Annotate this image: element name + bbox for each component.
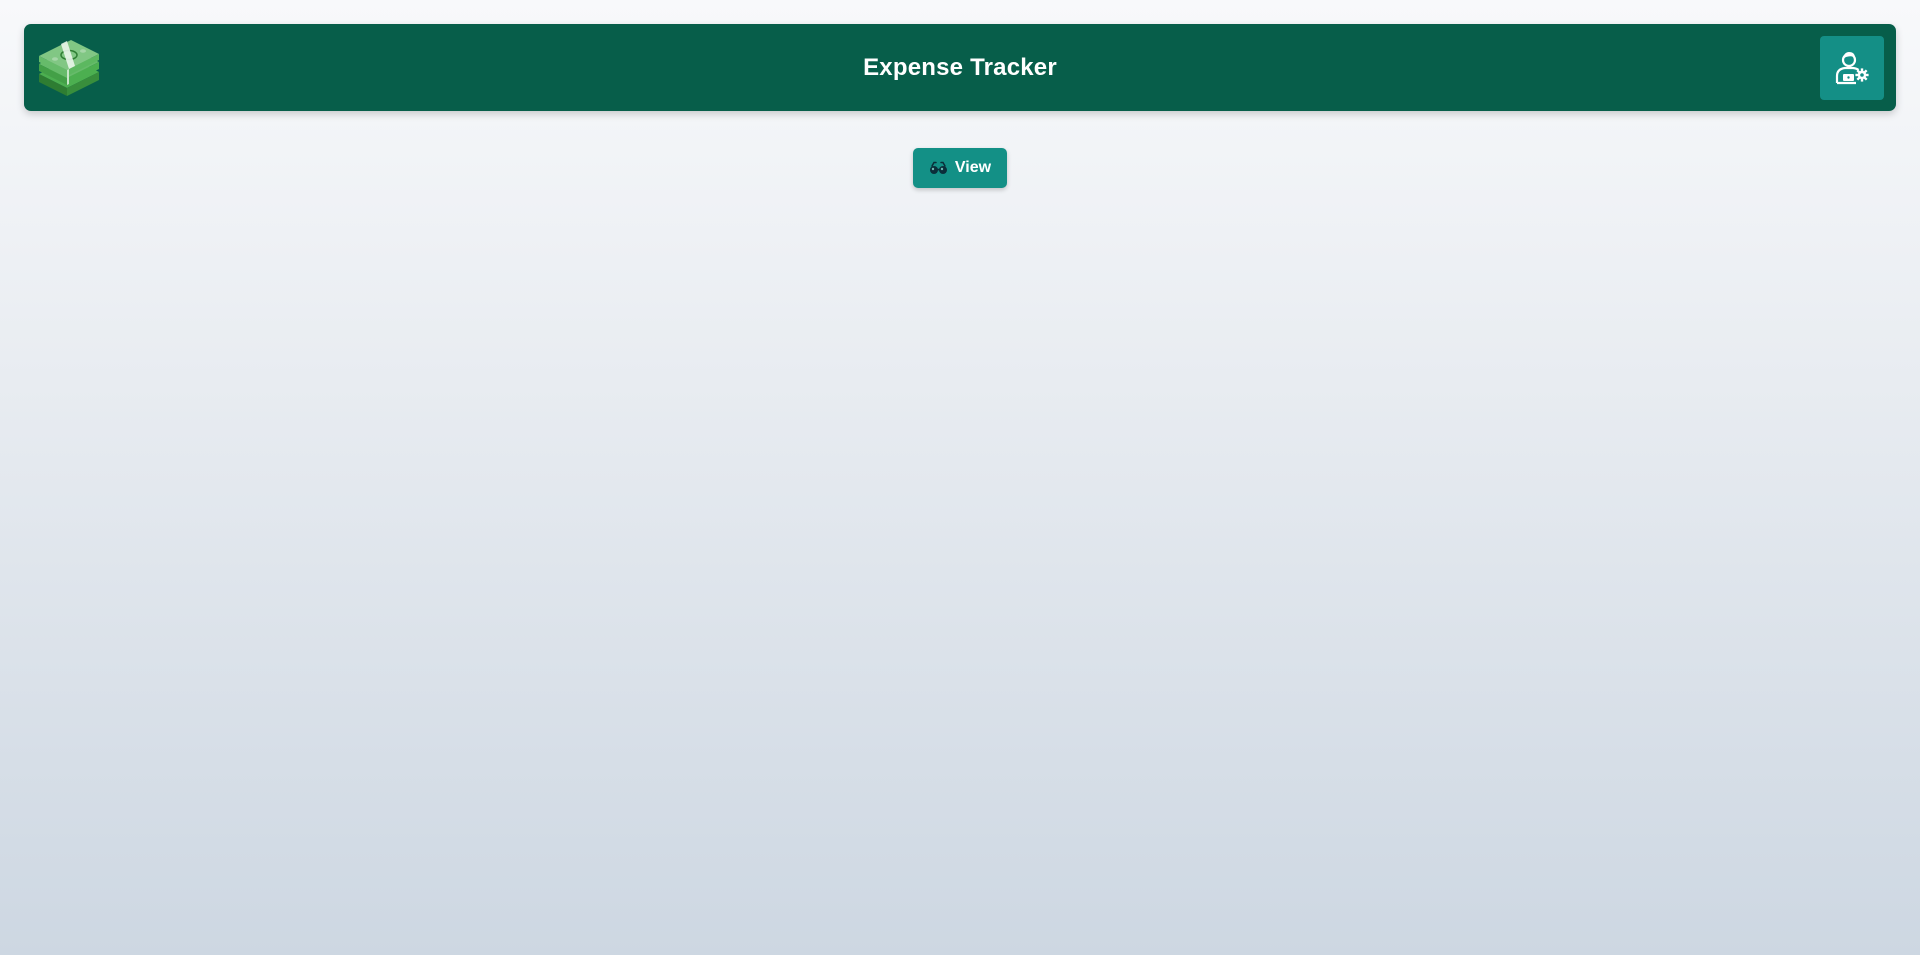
admin-settings-button[interactable]: [1820, 36, 1884, 100]
page-title: Expense Tracker: [863, 54, 1057, 81]
app-header: Expense Tracker: [24, 24, 1896, 111]
view-button[interactable]: View: [913, 148, 1007, 188]
user-settings-icon: [1834, 49, 1870, 88]
glasses-icon: [929, 161, 948, 175]
view-button-label: View: [954, 159, 992, 176]
